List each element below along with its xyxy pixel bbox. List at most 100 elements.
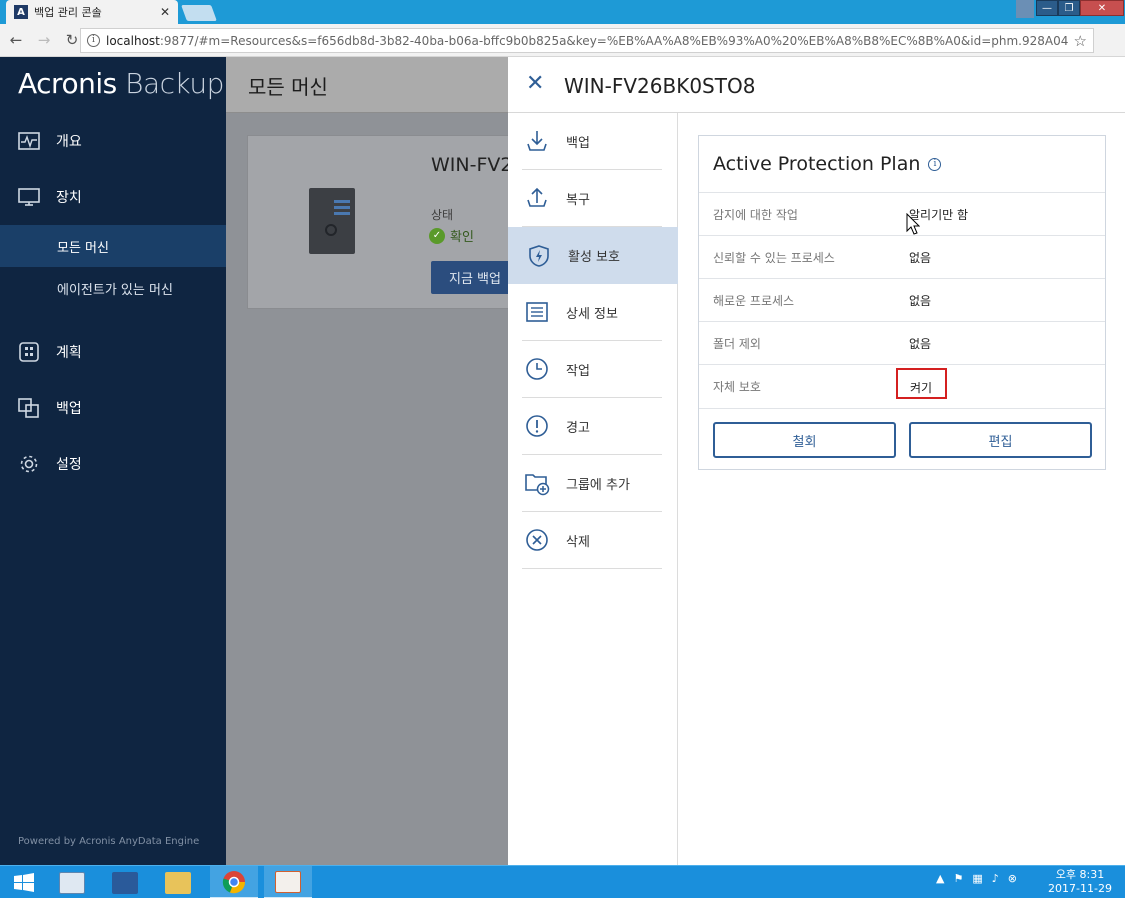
powered-by-footer: Powered by Acronis AnyData Engine [18,836,200,847]
sidebar-item-label: 설정 [56,457,82,473]
start-button[interactable] [0,866,48,898]
sidebar-subitem-label: 모든 머신 [57,240,109,256]
browser-tab-strip: A 백업 관리 콘솔 ✕ — ❐ ✕ [0,0,1125,24]
disconnected-icon[interactable]: ⊗ [1008,872,1017,885]
browser-tab[interactable]: A 백업 관리 콘솔 ✕ [6,0,178,24]
site-info-icon[interactable]: i [87,34,100,47]
sidebar-item-devices[interactable]: 장치 [0,176,226,218]
edit-button[interactable]: 편집 [909,422,1092,458]
action-label: 그룹에 추가 [566,477,630,493]
sidebar-item-overview[interactable]: 개요 [0,120,226,162]
plan-row-trusted-processes: 신뢰할 수 있는 프로세스 없음 [699,235,1105,278]
address-bar[interactable]: i localhost:9877/#m=Resources&s=f656db8d… [80,28,1094,53]
sidebar-item-label: 장치 [56,190,82,206]
machine-detail-panel: ✕ WIN-FV26BK0STO8 백업 복구 활성 보호 상세 정보 작업 경… [508,57,1125,865]
row-key: 자체 보호 [713,380,761,394]
main-content-overlay: 모든 머신 WIN-FV2 상태 ✓ 확인 지금 백업 [226,57,531,865]
sidebar-item-settings[interactable]: 설정 [0,443,226,485]
row-key: 폴더 제외 [713,337,761,351]
tab-close-icon[interactable]: ✕ [160,5,170,19]
page-title: 모든 머신 [248,75,328,99]
chrome-taskbar-icon[interactable] [210,866,258,898]
chrome-icon [222,870,246,893]
volume-icon[interactable]: ♪ [992,872,999,885]
machine-card[interactable]: WIN-FV2 상태 ✓ 확인 지금 백업 [247,135,531,309]
row-key: 감지에 대한 작업 [713,208,798,222]
mouse-cursor-icon [906,213,920,235]
user-profile-icon[interactable] [1016,0,1034,18]
action-backup[interactable]: 백업 [522,113,662,170]
action-details[interactable]: 상세 정보 [522,284,662,341]
dashboard-icon [18,131,40,151]
clock-date: 2017-11-29 [1048,882,1112,895]
info-icon[interactable]: i [928,157,942,171]
windows-logo-icon [14,872,34,892]
paint-taskbar-icon[interactable] [264,866,312,898]
sidebar-item-label: 백업 [56,401,82,417]
monitor-icon [18,187,40,207]
row-value: 없음 [909,251,932,265]
action-label: 경고 [566,420,590,436]
delete-circle-icon [524,527,550,553]
action-add-to-group[interactable]: 그룹에 추가 [522,455,662,512]
sidebar-item-label: 개요 [56,134,82,150]
plan-row-detection-action: 감지에 대한 작업 알리기만 함 [699,192,1105,235]
url-text[interactable]: localhost:9877/#m=Resources&s=f656db8d-3… [106,34,1068,48]
sidebar-item-plans[interactable]: 계획 [0,331,226,373]
close-icon[interactable]: ✕ [526,73,544,95]
action-label: 활성 보호 [568,250,620,265]
plan-row-self-protection: 자체 보호 켜기 [699,364,1105,407]
revoke-button[interactable]: 철회 [713,422,896,458]
action-activities[interactable]: 작업 [522,341,662,398]
action-delete[interactable]: 삭제 [522,512,662,569]
sidebar-item-all-machines[interactable]: 모든 머신 [0,225,226,267]
bookmark-star-icon[interactable]: ☆ [1074,32,1087,50]
alert-icon [524,413,550,439]
tab-title: 백업 관리 콘솔 [34,6,102,19]
sidebar-item-label: 계획 [56,345,82,361]
server-manager-taskbar-icon[interactable] [48,866,96,898]
powershell-taskbar-icon[interactable] [101,866,149,898]
acronis-logo: Acronis Backup [18,67,224,100]
action-recover[interactable]: 복구 [522,170,662,227]
status-value: 확인 [450,230,474,245]
sidebar-item-backups[interactable]: 백업 [0,387,226,429]
status-badge: ✓ 확인 [429,226,474,245]
backup-icon [18,398,40,418]
forward-arrow-icon[interactable]: → [32,28,56,52]
plan-row-harmful-processes: 해로운 프로세스 없음 [699,278,1105,321]
plan-title: Active Protection Plan i [713,153,942,175]
clock-icon [524,356,550,382]
recover-upload-icon [524,185,550,211]
action-center-icon[interactable]: ⚑ [953,872,963,885]
plan-button-row: 철회 편집 [699,408,1105,470]
file-explorer-taskbar-icon[interactable] [154,866,202,898]
plan-icon [18,342,40,362]
status-label: 상태 [431,208,454,222]
folder-add-icon [524,470,550,496]
window-controls: — ❐ ✕ [1036,0,1124,16]
minimize-button[interactable]: — [1036,0,1058,16]
restore-button[interactable]: ❐ [1058,0,1080,16]
panel-title: WIN-FV26BK0STO8 [564,74,756,98]
new-tab-button[interactable] [181,5,217,21]
row-key: 신뢰할 수 있는 프로세스 [713,251,835,265]
action-label: 작업 [566,363,590,379]
plan-row-folder-exclusions: 폴더 제외 없음 [699,321,1105,364]
main-header: 모든 머신 [226,57,508,113]
action-list: 백업 복구 활성 보호 상세 정보 작업 경고 그룹에 추가 삭제 [508,113,678,865]
active-protection-plan-card: Active Protection Plan i 감지에 대한 작업 알리기만 … [698,135,1106,470]
action-active-protection[interactable]: 활성 보호 [508,227,678,284]
plan-title-text: Active Protection Plan [713,153,921,175]
close-window-button[interactable]: ✕ [1080,0,1124,16]
tray-expand-icon[interactable]: ▲ [936,872,944,885]
network-icon[interactable]: ▦ [972,872,982,885]
action-alerts[interactable]: 경고 [522,398,662,455]
browser-toolbar: ← → ↻ i localhost:9877/#m=Resources&s=f6… [0,24,1125,73]
taskbar-clock[interactable]: 오후 8:31 2017-11-29 [1048,868,1112,896]
back-arrow-icon[interactable]: ← [4,28,28,52]
clock-time: 오후 8:31 [1055,868,1105,881]
system-tray: ▲ ⚑ ▦ ♪ ⊗ [936,872,1026,885]
gear-icon [18,454,40,474]
sidebar-item-machines-with-agents[interactable]: 에이전트가 있는 머신 [0,267,226,309]
